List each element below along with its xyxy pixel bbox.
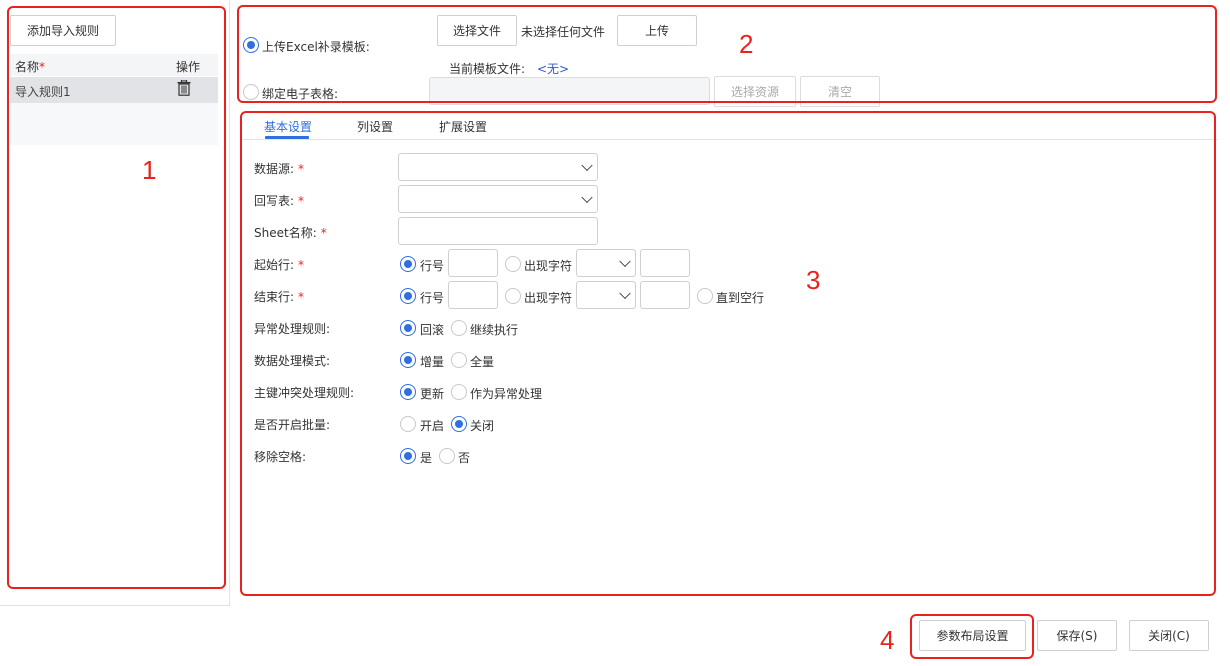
annotation-number-3: 3 [806,265,821,295]
annotation-number-4: 4 [880,625,895,655]
save-button[interactable]: 保存(S) [1037,620,1117,651]
annotation-number-1: 1 [142,155,157,185]
annotation-box-1 [7,6,226,589]
close-button[interactable]: 关闭(C) [1129,620,1209,651]
annotation-number-2: 2 [739,29,754,59]
annotation-box-2 [237,5,1217,103]
annotation-box-4 [910,614,1034,659]
annotation-box-3 [240,111,1216,596]
